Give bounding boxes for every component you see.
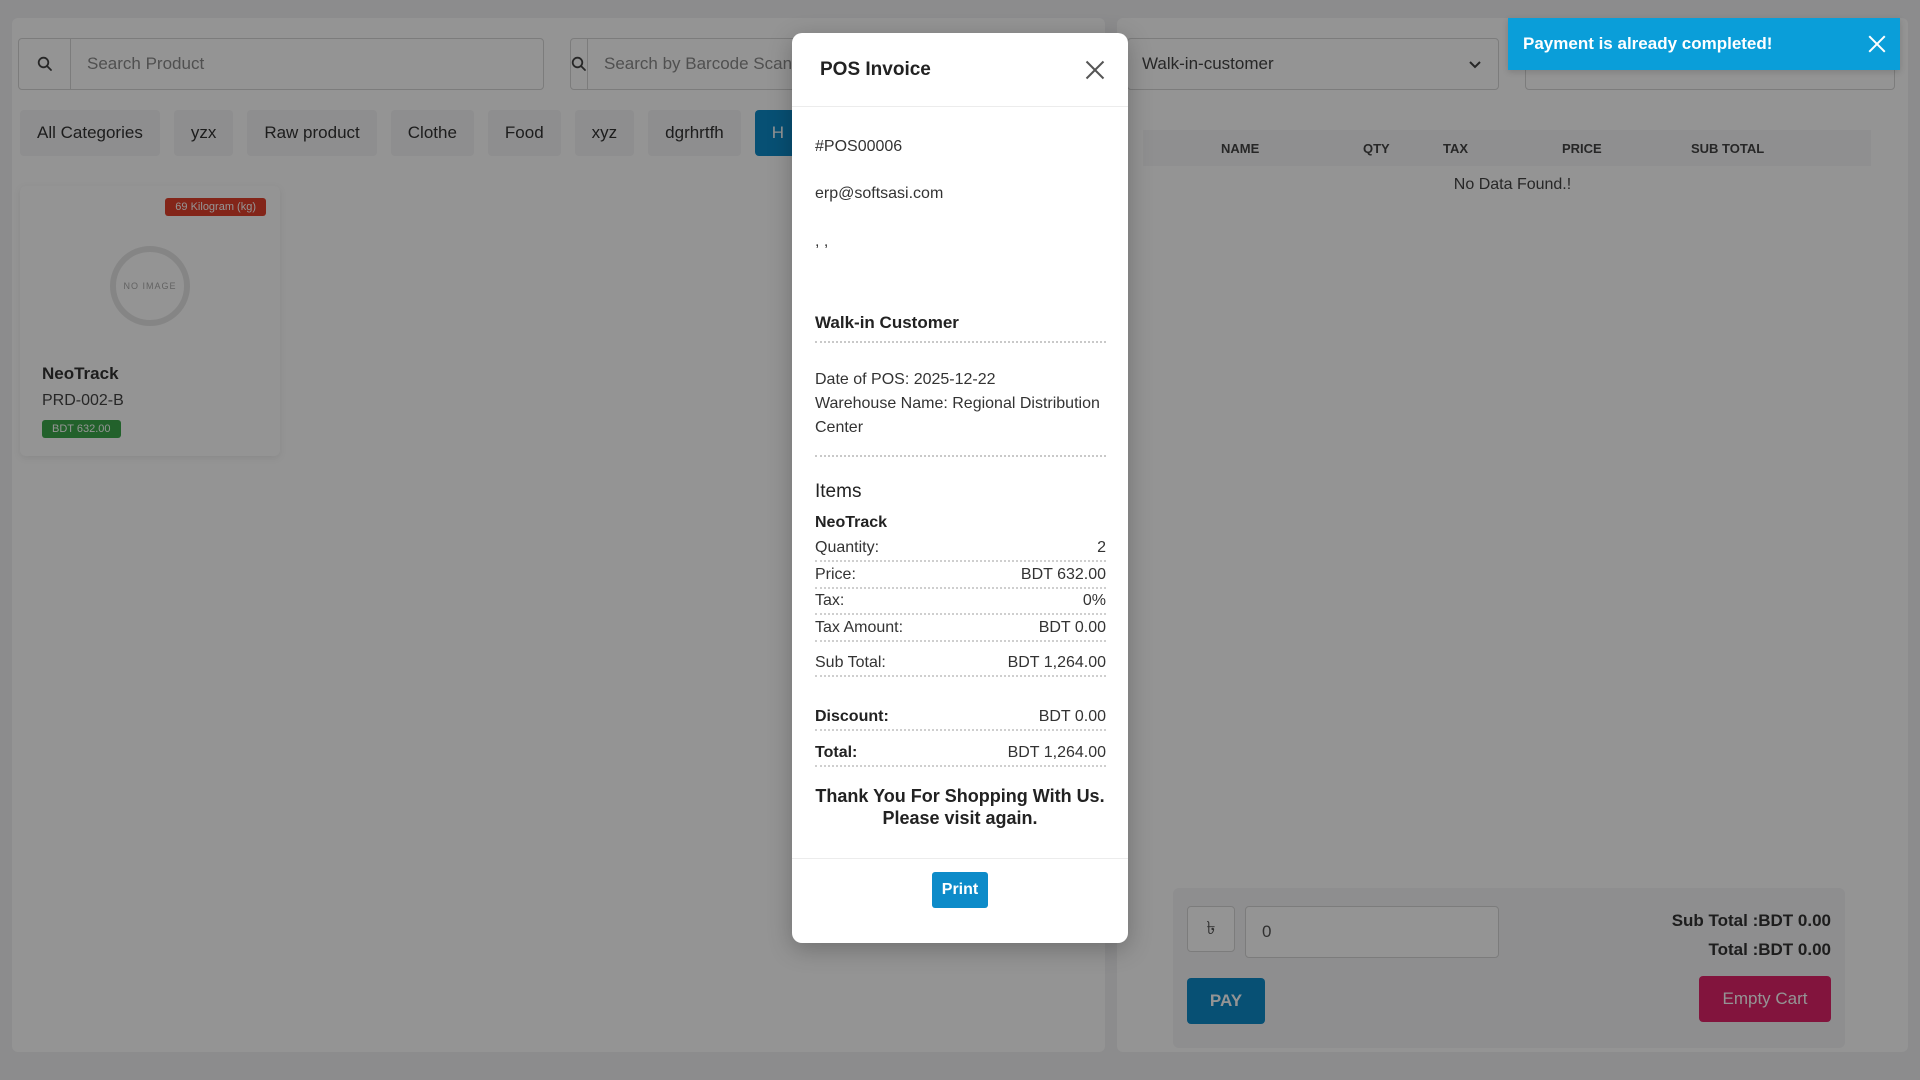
divider: [815, 455, 1106, 457]
row-tax-amount: Tax Amount: BDT 0.00: [815, 616, 1106, 642]
pos-date: Date of POS: 2025-12-22: [815, 371, 996, 388]
row-value: BDT 632.00: [1020, 566, 1106, 583]
customer-name: Walk-in Customer: [815, 313, 959, 332]
row-value: 2: [1097, 539, 1106, 556]
row-label: Sub Total:: [815, 654, 886, 671]
row-sub-total: Sub Total: BDT 1,264.00: [815, 651, 1106, 677]
row-label: Discount:: [815, 708, 889, 725]
row-value: BDT 0.00: [1038, 619, 1106, 636]
row-total: Total: BDT 1,264.00: [815, 741, 1106, 767]
payment-toast: Payment is already completed!: [1508, 18, 1900, 70]
row-price: Price: BDT 632.00: [815, 563, 1106, 589]
row-label: Total:: [815, 744, 858, 761]
row-discount: Discount: BDT 0.00: [815, 705, 1106, 731]
item-name: NeoTrack: [815, 514, 888, 531]
warehouse-name: Warehouse Name: Regional Distribution Ce…: [815, 395, 1100, 436]
modal-header: POS Invoice: [792, 33, 1128, 107]
thank-you-line: Thank You For Shopping With Us.: [815, 786, 1105, 806]
invoice-meta: Date of POS: 2025-12-22 Warehouse Name: …: [815, 368, 1106, 440]
row-label: Price:: [815, 566, 856, 583]
company-email: erp@softsasi.com: [815, 185, 944, 202]
visit-again-line: Please visit again.: [882, 808, 1038, 828]
row-tax: Tax: 0%: [815, 589, 1106, 615]
modal-title: POS Invoice: [820, 58, 931, 80]
company-address: , ,: [815, 233, 829, 250]
invoice-number: #POS00006: [815, 138, 903, 155]
modal-footer: [792, 858, 1128, 859]
row-quantity: Quantity: 2: [815, 536, 1106, 562]
pos-invoice-modal: POS Invoice #POS00006 erp@softsasi.com ,…: [792, 33, 1128, 943]
row-value: BDT 1,264.00: [1007, 744, 1106, 761]
row-label: Tax:: [815, 592, 845, 609]
row-label: Quantity:: [815, 539, 880, 556]
thank-you-message: Thank You For Shopping With Us. Please v…: [792, 785, 1128, 829]
row-value: 0%: [1082, 592, 1106, 609]
items-heading: Items: [815, 481, 862, 502]
print-button[interactable]: Print: [932, 872, 988, 908]
divider: [815, 341, 1106, 343]
toast-message: Payment is already completed!: [1523, 34, 1773, 53]
row-value: BDT 1,264.00: [1007, 654, 1106, 671]
row-label: Tax Amount:: [815, 619, 904, 636]
row-value: BDT 0.00: [1038, 708, 1106, 725]
close-icon[interactable]: [1868, 35, 1886, 53]
close-icon[interactable]: [1084, 59, 1106, 81]
